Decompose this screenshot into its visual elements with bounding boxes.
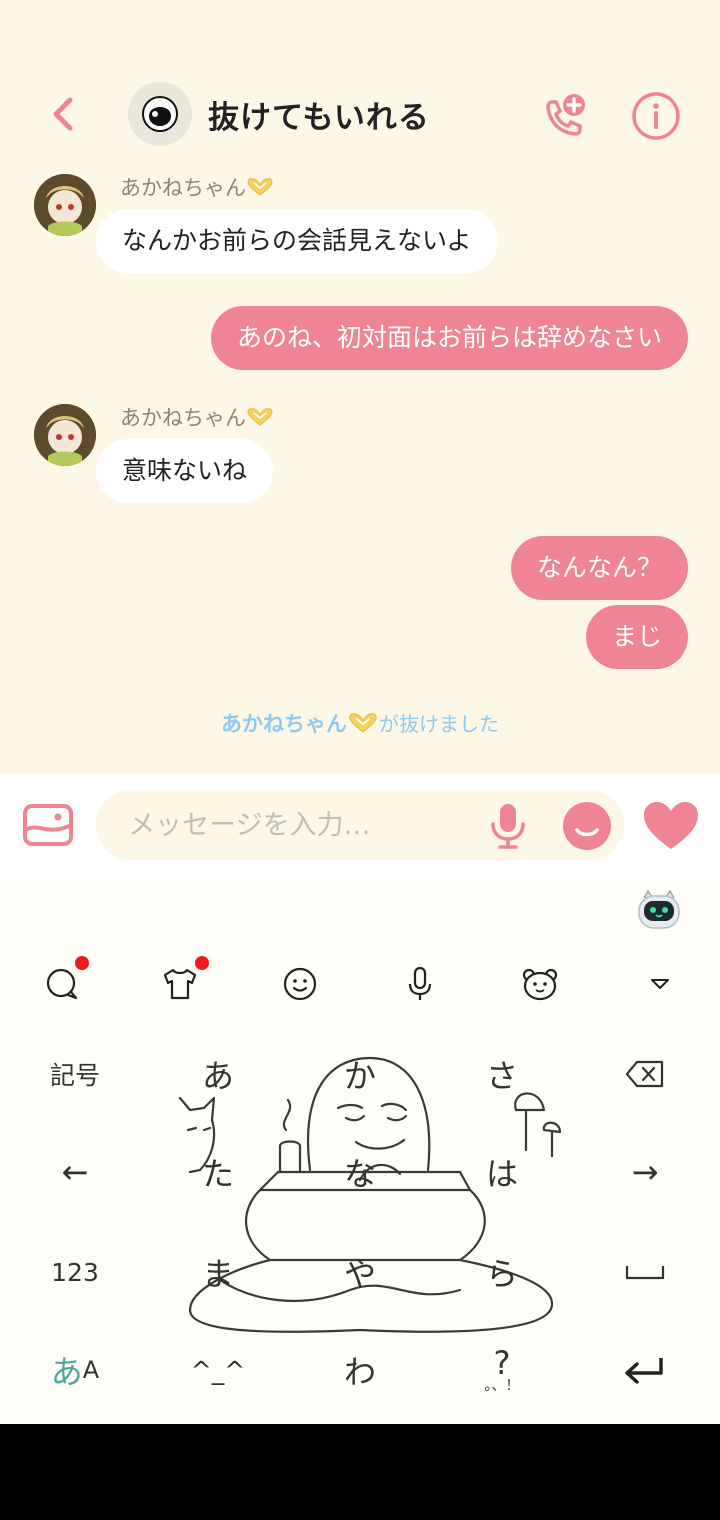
key-ra[interactable]: ら xyxy=(447,1232,557,1312)
key-right-arrow[interactable]: → xyxy=(590,1132,700,1212)
theme-button[interactable] xyxy=(158,962,202,1006)
smiley-icon xyxy=(563,802,611,850)
phone-plus-icon xyxy=(546,94,585,136)
heart-hands-icon xyxy=(247,408,273,426)
key-kaomoji[interactable]: ^_^ xyxy=(163,1330,273,1410)
heart-hands-icon xyxy=(349,713,377,733)
punctuation-sub: 。、！ xyxy=(484,1378,520,1394)
info-button[interactable] xyxy=(630,90,682,142)
chat-area: 抜けてもいれる あかねちゃん なんかお前らの会話見えないよ あのね、初対面はお前… xyxy=(0,0,720,773)
voice-input-button[interactable] xyxy=(488,802,528,850)
back-button[interactable] xyxy=(44,94,84,134)
key-a[interactable]: あ xyxy=(163,1034,273,1114)
sender-avatar[interactable] xyxy=(34,174,96,236)
keyboard-assistant-button[interactable] xyxy=(636,888,682,932)
enter-icon xyxy=(625,1358,663,1384)
system-navigation-bar xyxy=(0,1424,720,1520)
message-field xyxy=(96,790,624,860)
character-avatar-image xyxy=(34,174,96,236)
message-input-bar xyxy=(0,773,720,880)
group-avatar[interactable] xyxy=(128,82,192,146)
key-symbols[interactable]: 記号 xyxy=(20,1034,130,1114)
gallery-button[interactable] xyxy=(22,803,74,847)
message-bubble-outgoing[interactable]: まじ xyxy=(585,605,688,669)
tshirt-icon xyxy=(163,968,197,1000)
bear-face-icon xyxy=(522,968,558,1001)
emoji-button[interactable] xyxy=(562,801,612,851)
key-sa[interactable]: さ xyxy=(447,1034,557,1114)
keyboard: 記号 あ か さ ← た な は → 123 ま や ら あA ^_^ わ ? … xyxy=(0,880,720,1424)
microphone-icon xyxy=(491,804,525,849)
sender-name: あかねちゃん xyxy=(120,172,274,202)
group-avatar-image xyxy=(142,96,178,132)
emoji-keyboard-button[interactable] xyxy=(278,962,322,1006)
input-mode-kana: あ xyxy=(50,1353,83,1391)
image-icon xyxy=(23,804,73,846)
chat-header: 抜けてもいれる xyxy=(0,70,720,160)
key-space[interactable] xyxy=(590,1232,700,1312)
message-input[interactable] xyxy=(128,802,458,848)
character-avatar-image xyxy=(34,404,96,466)
system-message-name: あかねちゃん xyxy=(221,712,347,736)
key-numbers[interactable]: 123 xyxy=(20,1232,130,1312)
chevron-left-icon xyxy=(53,97,73,131)
heart-hands-icon xyxy=(247,178,273,196)
info-icon xyxy=(632,92,680,140)
key-backspace[interactable] xyxy=(590,1034,700,1114)
microphone-outline-icon xyxy=(408,966,432,1000)
sender-avatar[interactable] xyxy=(34,404,96,466)
message-bubble-outgoing[interactable]: なんなん？ xyxy=(510,536,688,600)
space-icon xyxy=(625,1266,665,1280)
key-wa[interactable]: わ xyxy=(305,1330,415,1410)
system-message: あかねちゃん が抜けました xyxy=(0,708,720,738)
punctuation-main: ? xyxy=(493,1344,511,1382)
smiley-face-icon xyxy=(283,967,317,1001)
room-title: 抜けてもいれる xyxy=(208,100,430,136)
key-ha[interactable]: は xyxy=(447,1132,557,1212)
key-punctuation[interactable]: ? 。、！ xyxy=(447,1330,557,1410)
key-ya[interactable]: や xyxy=(305,1232,415,1312)
key-left-arrow[interactable]: ← xyxy=(20,1132,130,1212)
key-ka[interactable]: か xyxy=(305,1034,415,1114)
collapse-keyboard-button[interactable] xyxy=(638,962,682,1006)
like-button[interactable] xyxy=(642,801,700,851)
key-enter[interactable] xyxy=(590,1330,700,1410)
key-ta[interactable]: た xyxy=(163,1132,273,1212)
robot-icon xyxy=(638,889,680,929)
key-na[interactable]: な xyxy=(305,1132,415,1212)
key-input-mode[interactable]: あA xyxy=(20,1330,130,1410)
backspace-icon xyxy=(625,1060,664,1088)
message-bubble-outgoing[interactable]: あのね、初対面はお前らは辞めなさい xyxy=(210,306,688,370)
voice-keyboard-button[interactable] xyxy=(398,962,442,1006)
message-bubble-incoming[interactable]: 意味ないね xyxy=(96,439,274,503)
sticker-button[interactable] xyxy=(518,962,562,1006)
notification-dot xyxy=(195,956,209,970)
system-message-text: が抜けました xyxy=(379,712,499,736)
sender-name: あかねちゃん xyxy=(120,402,274,432)
input-mode-latin: A xyxy=(82,1356,100,1384)
add-call-button[interactable] xyxy=(538,92,588,142)
triangle-down-icon xyxy=(651,979,669,989)
key-ma[interactable]: ま xyxy=(163,1232,273,1312)
heart-icon xyxy=(644,802,698,849)
message-bubble-incoming[interactable]: なんかお前らの会話見えないよ xyxy=(96,209,498,273)
notification-dot xyxy=(75,956,89,970)
